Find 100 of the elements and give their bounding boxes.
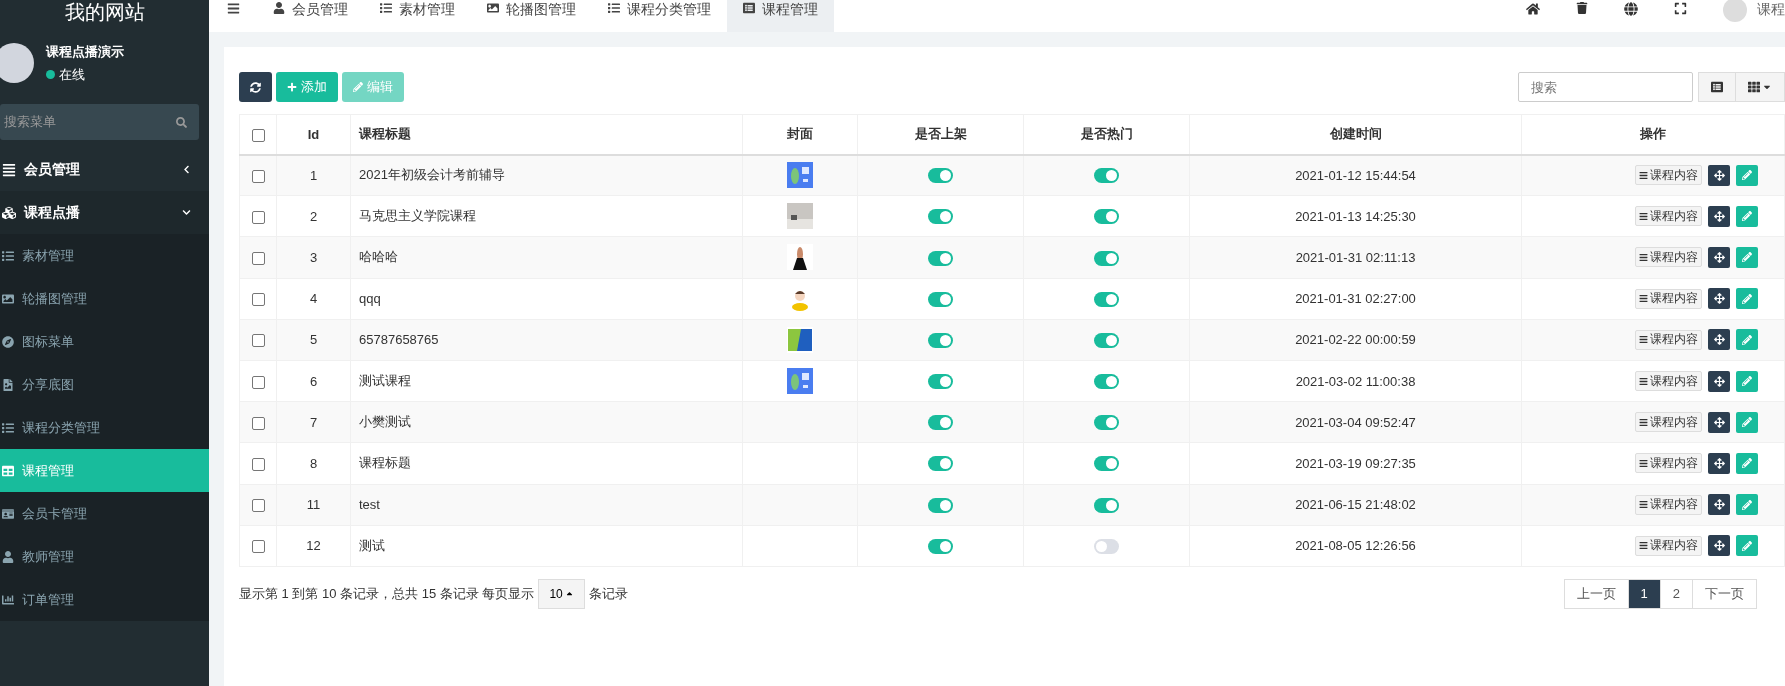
drag-button[interactable] [1708, 535, 1730, 557]
drag-button[interactable] [1708, 205, 1730, 227]
search-field[interactable]: 搜索 [1518, 72, 1693, 102]
row-checkbox[interactable] [251, 252, 265, 265]
drag-button[interactable] [1708, 246, 1730, 268]
course-content-button[interactable]: 课程内容 [1635, 453, 1702, 474]
on-sale-switch[interactable] [928, 291, 953, 307]
hot-switch[interactable] [1094, 374, 1119, 390]
edit-button[interactable] [1736, 164, 1758, 186]
home-icon[interactable] [1526, 2, 1540, 16]
refresh-button[interactable] [239, 72, 272, 102]
edit-button[interactable] [1736, 411, 1758, 433]
hot-switch[interactable] [1094, 250, 1119, 266]
hot-switch[interactable] [1094, 497, 1119, 513]
drag-button[interactable] [1708, 288, 1730, 310]
course-content-button[interactable]: 课程内容 [1635, 247, 1702, 268]
edit-button[interactable] [1736, 494, 1758, 516]
date-cell: 2021-01-12 15:44:54 [1295, 167, 1416, 183]
drag-button[interactable] [1708, 494, 1730, 516]
on-sale-switch[interactable] [928, 538, 953, 554]
course-content-button[interactable]: 课程内容 [1635, 329, 1702, 350]
list-icon [1711, 81, 1723, 93]
course-content-button[interactable]: 课程内容 [1635, 165, 1702, 186]
page-button[interactable]: 下一页 [1692, 578, 1757, 609]
on-sale-switch[interactable] [928, 497, 953, 513]
page-button[interactable]: 上一页 [1563, 578, 1629, 609]
sidebar-item[interactable]: 轮播图管理 [0, 277, 209, 320]
menu-icon[interactable] [225, 2, 241, 15]
drag-button[interactable] [1708, 329, 1730, 351]
row-checkbox[interactable] [251, 169, 265, 183]
row-checkbox[interactable] [251, 457, 265, 471]
on-sale-switch[interactable] [928, 168, 953, 184]
hot-switch[interactable] [1094, 332, 1119, 348]
on-sale-switch[interactable] [928, 374, 953, 390]
hot-switch[interactable] [1094, 168, 1119, 184]
list-view-button[interactable] [1698, 72, 1736, 102]
drag-button[interactable] [1708, 164, 1730, 186]
hot-switch[interactable] [1094, 415, 1119, 431]
row-checkbox[interactable] [251, 210, 265, 224]
drag-button[interactable] [1708, 452, 1730, 474]
sidebar-item[interactable]: 教师管理 [0, 535, 209, 578]
menu-icon [1639, 376, 1648, 386]
select-all-checkbox[interactable] [251, 128, 265, 142]
bar-chart-icon [2, 593, 14, 606]
on-sale-switch[interactable] [928, 250, 953, 266]
language-icon[interactable] [1624, 2, 1638, 16]
row-checkbox[interactable] [251, 334, 265, 348]
date-cell: 2021-03-02 11:00:38 [1295, 373, 1416, 389]
trash-icon[interactable] [1576, 2, 1588, 14]
hot-switch[interactable] [1094, 209, 1119, 225]
course-content-button[interactable]: 课程内容 [1635, 494, 1702, 515]
page-button[interactable]: 2 [1659, 578, 1693, 609]
sidebar-item[interactable]: 课程分类管理 [0, 406, 209, 449]
menu-icon [1639, 417, 1648, 427]
hot-switch[interactable] [1094, 538, 1119, 554]
page-button[interactable]: 1 [1627, 578, 1661, 609]
sidebar-item[interactable]: 素材管理 [0, 234, 209, 277]
date-cell: 2021-02-22 00:00:59 [1295, 332, 1416, 348]
user-avatar[interactable] [1723, 0, 1747, 22]
row-checkbox[interactable] [251, 375, 265, 389]
sidebar-item[interactable]: 会员卡管理 [0, 492, 209, 535]
course-content-button[interactable]: 课程内容 [1635, 206, 1702, 227]
drag-button[interactable] [1708, 411, 1730, 433]
on-sale-switch[interactable] [928, 332, 953, 348]
page-size-dropdown[interactable]: 10 [538, 578, 585, 609]
on-sale-switch[interactable] [928, 415, 953, 431]
edit-button[interactable] [1736, 246, 1758, 268]
sidebar-item[interactable]: 订单管理 [0, 578, 209, 621]
edit-button[interactable] [1736, 370, 1758, 392]
edit-button[interactable] [1736, 205, 1758, 227]
hot-switch[interactable] [1094, 456, 1119, 472]
sidebar-group[interactable]: 课程点播 [0, 191, 209, 234]
user-name[interactable]: 课程 [1757, 2, 1785, 18]
row-checkbox[interactable] [251, 416, 265, 430]
edit-button[interactable] [1736, 288, 1758, 310]
on-sale-switch[interactable] [928, 209, 953, 225]
course-content-button[interactable]: 课程内容 [1635, 412, 1702, 433]
title-cell: 65787658765 [359, 332, 439, 348]
sidebar-item[interactable]: 图标菜单 [0, 320, 209, 363]
hot-switch[interactable] [1094, 291, 1119, 307]
sidebar-item[interactable]: 分享底图 [0, 363, 209, 406]
edit-button[interactable] [1736, 329, 1758, 351]
on-sale-switch[interactable] [928, 456, 953, 472]
row-checkbox[interactable] [251, 293, 265, 307]
sidebar-group[interactable]: 会员管理 [0, 148, 209, 191]
edit-button[interactable] [1736, 452, 1758, 474]
row-checkbox[interactable] [251, 499, 265, 513]
tab[interactable]: 课程管理 [727, 0, 834, 32]
edit-button[interactable] [1736, 535, 1758, 557]
drag-button[interactable] [1708, 370, 1730, 392]
course-content-button[interactable]: 课程内容 [1635, 288, 1702, 309]
columns-button[interactable] [1735, 72, 1785, 102]
course-content-button[interactable]: 课程内容 [1635, 371, 1702, 392]
id-cell: 3 [309, 249, 318, 265]
date-cell: 2021-01-31 02:27:00 [1295, 291, 1416, 307]
title-cell: 课程标题 [359, 455, 411, 471]
date-cell: 2021-01-31 02:11:13 [1295, 249, 1416, 265]
course-content-button[interactable]: 课程内容 [1635, 535, 1702, 556]
fullscreen-icon[interactable] [1674, 2, 1687, 15]
row-checkbox[interactable] [251, 540, 265, 554]
